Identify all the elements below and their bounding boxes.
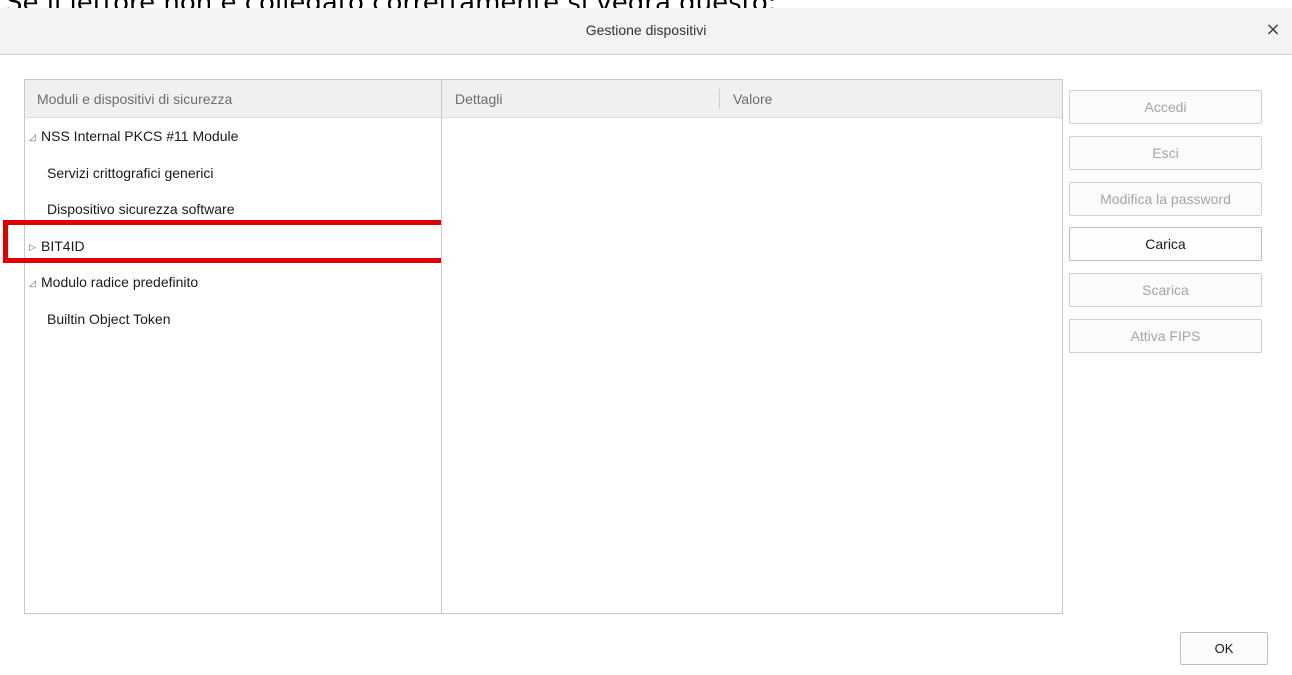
esci-button[interactable]: Esci <box>1069 136 1262 170</box>
dialog-titlebar: Gestione dispositivi × <box>0 8 1292 55</box>
close-icon[interactable]: × <box>1262 19 1284 41</box>
tree-item-label: Modulo radice predefinito <box>41 274 199 290</box>
details-table: Dettagli Valore <box>441 79 1063 614</box>
scarica-button[interactable]: Scarica <box>1069 273 1262 307</box>
tree-item-label: BIT4ID <box>41 237 85 254</box>
security-modules-tree[interactable]: Moduli e dispositivi di sicurezza ◿ NSS I… <box>24 79 442 614</box>
expanded-twisty-icon[interactable]: ◿ <box>29 119 39 155</box>
carica-button[interactable]: Carica <box>1069 227 1262 261</box>
dialog-title: Gestione dispositivi <box>585 22 707 38</box>
accedi-button[interactable]: Accedi <box>1069 90 1262 124</box>
tree-column-header[interactable]: Moduli e dispositivi di sicurezza <box>25 80 441 118</box>
tree-item-dispositivo-software[interactable]: Dispositivo sicurezza software <box>25 191 441 228</box>
tree-item-builtin-token[interactable]: Builtin Object Token <box>25 301 441 338</box>
column-valore[interactable]: Valore <box>733 80 772 118</box>
ok-button[interactable]: OK <box>1180 632 1268 665</box>
tree-item-bit4id[interactable]: ▷ BIT4ID <box>25 228 441 265</box>
column-separator <box>719 89 720 109</box>
attiva-fips-button[interactable]: Attiva FIPS <box>1069 319 1262 353</box>
tree-item-nss-internal[interactable]: ◿ NSS Internal PKCS #11 Module <box>25 118 441 155</box>
tree-item-label: Dispositivo sicurezza software <box>47 201 235 217</box>
expanded-twisty-icon[interactable]: ◿ <box>29 265 39 301</box>
column-dettagli[interactable]: Dettagli <box>455 80 502 118</box>
details-header: Dettagli Valore <box>442 80 1062 118</box>
tree-item-label: Servizi crittografici generici <box>47 164 214 181</box>
collapsed-twisty-icon[interactable]: ▷ <box>29 229 39 265</box>
tree-item-modulo-radice[interactable]: ◿ Modulo radice predefinito <box>25 264 441 301</box>
modifica-password-button[interactable]: Modifica la password <box>1069 182 1262 216</box>
tree-item-servizi-crittografici[interactable]: Servizi crittografici generici <box>25 155 441 192</box>
tree-item-label: NSS Internal PKCS #11 Module <box>41 128 239 144</box>
tree-item-label: Builtin Object Token <box>47 310 171 327</box>
